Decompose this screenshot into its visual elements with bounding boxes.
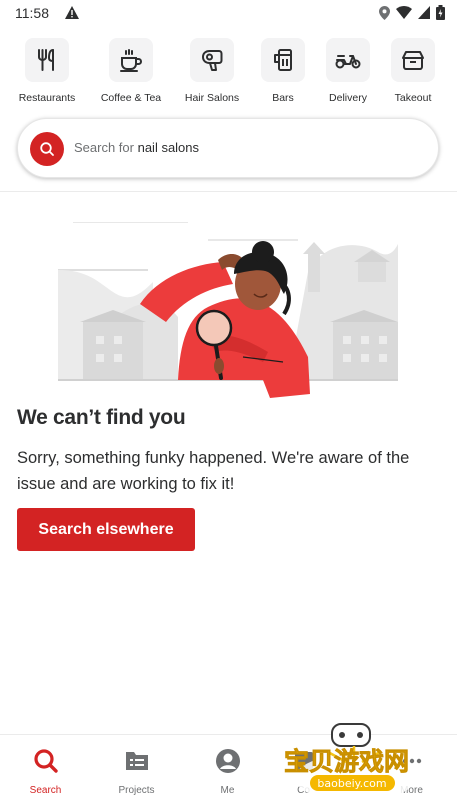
search-placeholder: Search for nail salons [74, 140, 199, 155]
error-message: Sorry, something funky happened. We're a… [17, 449, 410, 493]
nav-projects[interactable]: Projects [91, 747, 182, 796]
category-hair-salons[interactable]: Hair Salons [174, 36, 250, 104]
watermark-logo: 宝贝游戏网 baobeiy.com [280, 718, 430, 806]
search-elsewhere-button[interactable]: Search elsewhere [17, 508, 195, 551]
search-bar[interactable]: Search for nail salons [17, 118, 439, 178]
svg-text:宝贝游戏网: 宝贝游戏网 [284, 747, 409, 776]
status-bar: 11:58 [0, 0, 457, 26]
category-label: Coffee & Tea [100, 92, 162, 104]
location-icon [379, 5, 390, 25]
not-found-illustration [58, 221, 398, 398]
beer-glass-icon [261, 38, 305, 82]
coffee-cup-icon [109, 38, 153, 82]
category-coffee-tea[interactable]: Coffee & Tea [93, 36, 169, 104]
category-bar: Restaurants Coffee & Tea Hair Salons Bar… [0, 36, 457, 108]
search-icon [40, 142, 54, 156]
search-placeholder-prefix: Search for [74, 140, 138, 155]
category-takeout[interactable]: Takeout [375, 36, 451, 104]
warning-icon [65, 6, 79, 24]
category-restaurants[interactable]: Restaurants [9, 36, 85, 104]
scooter-icon [326, 38, 370, 82]
wifi-icon [396, 6, 412, 24]
nav-label: Projects [118, 785, 155, 796]
fork-knife-icon [25, 38, 69, 82]
header-divider [0, 191, 457, 192]
signal-icon [418, 6, 430, 24]
hair-dryer-icon [190, 38, 234, 82]
error-title: We can’t find you [17, 406, 186, 429]
category-label: Takeout [394, 92, 432, 104]
svg-text:baobeiy.com: baobeiy.com [317, 777, 386, 790]
category-label: Hair Salons [184, 92, 240, 104]
search-placeholder-term: nail salons [137, 140, 200, 155]
status-time: 11:58 [15, 5, 49, 21]
search-icon [0, 747, 91, 775]
search-button[interactable] [30, 132, 64, 166]
projects-icon [91, 747, 182, 775]
nav-label: Search [29, 785, 62, 796]
nav-search[interactable]: Search [0, 747, 91, 796]
battery-icon [436, 5, 445, 25]
takeout-box-icon [391, 38, 435, 82]
category-label: Restaurants [18, 92, 76, 104]
